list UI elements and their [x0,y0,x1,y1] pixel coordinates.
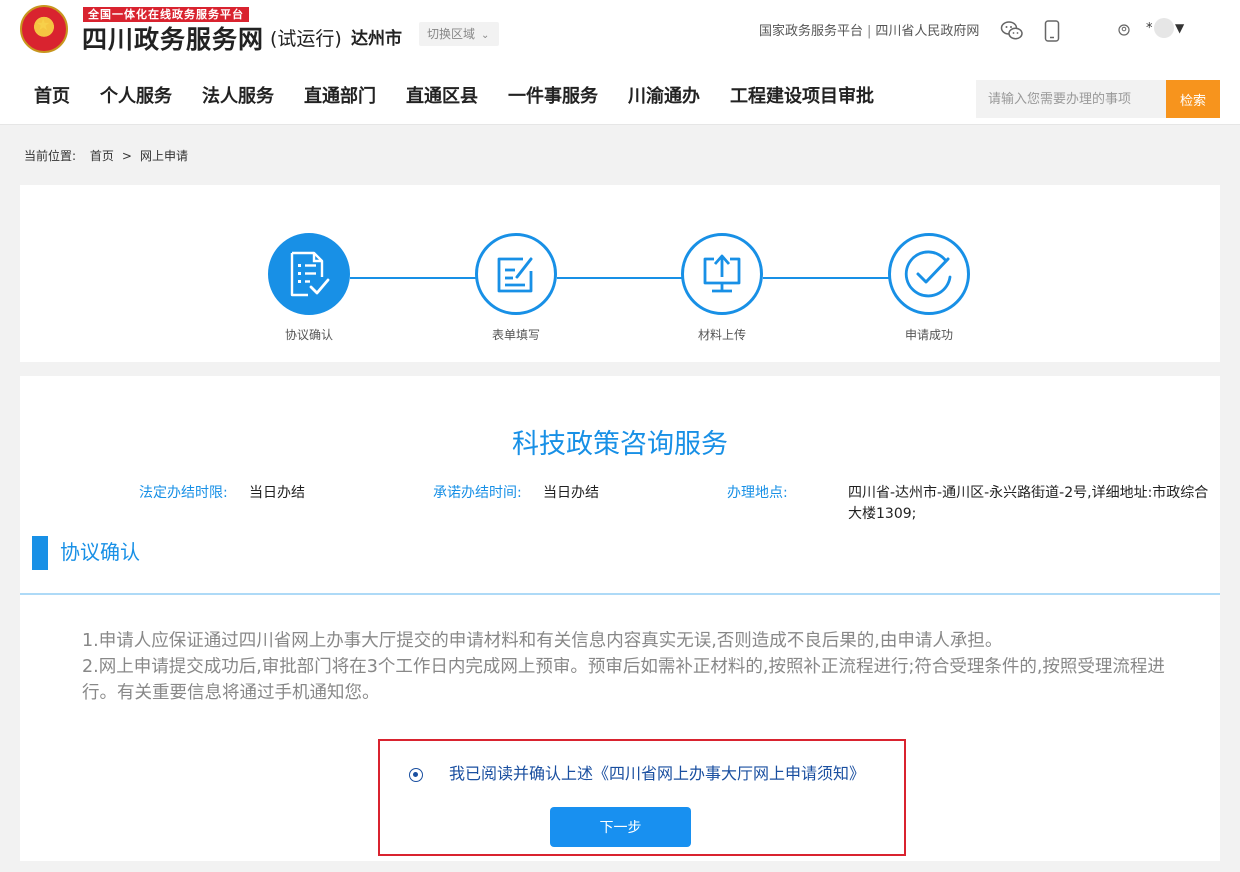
nav-item-legal-person-service[interactable]: 法人服务 [202,84,274,110]
wechat-icon[interactable] [1000,20,1024,42]
step-form-fill [475,233,557,315]
step-label-apply-success: 申请成功 [904,328,953,342]
step-apply-success [888,233,970,315]
section-title: 协议确认 [60,540,140,564]
step-progress: 协议确认 表单填写 材料上传 申请成功 [20,185,1220,362]
chevron-down-icon: ⌄ [481,30,490,41]
step-label-material-upload: 材料上传 [697,328,746,342]
service-title: 科技政策咨询服务 [512,429,728,460]
legal-time-label: 法定办结时限: [139,485,228,501]
user-icon[interactable] [1118,24,1130,36]
term-item-1: 1.申请人应保证通过四川省网上办事大厅提交的申请材料和有关信息内容真实无误,否则… [82,631,1003,651]
user-menu-caret-icon[interactable]: ▼ [1175,19,1184,37]
next-step-button[interactable]: 下一步 [550,807,691,847]
trial-label: (试运行) [270,28,342,50]
confirm-area: 我已阅读并确认上述《四川省网上办事大厅网上申请须知》 下一步 [378,739,906,856]
section-marker [32,536,48,570]
step-connector [350,277,476,279]
main-nav: 首页 个人服务 法人服务 直通部门 直通区县 一件事服务 川渝通办 工程建设项目… [34,84,904,110]
nav-item-chuanyu-service[interactable]: 川渝通办 [628,84,700,110]
breadcrumb-current: 网上申请 [139,149,188,163]
sichuan-government-link[interactable]: 四川省人民政府网 [875,24,979,39]
nav-item-departments[interactable]: 直通部门 [304,84,376,110]
national-platform-link[interactable]: 国家政务服务平台 [759,24,863,39]
nav-item-home[interactable]: 首页 [34,84,70,110]
nav-item-construction-approval[interactable]: 工程建设项目审批 [730,84,874,110]
breadcrumb-label: 当前位置: [24,149,77,163]
national-emblem-icon[interactable]: ★ [20,5,68,53]
avatar[interactable] [1154,18,1174,38]
promise-time-label: 承诺办结时间: [433,485,522,501]
agreement-terms: 1.申请人应保证通过四川省网上办事大厅提交的申请材料和有关信息内容真实无误,否则… [82,628,1197,706]
confirm-text[interactable]: 我已阅读并确认上述《四川省网上办事大厅网上申请须知》 [449,762,865,786]
document-check-icon [290,251,330,297]
search-button[interactable]: 检索 [1166,80,1220,118]
location-label: 办理地点: [727,485,788,501]
breadcrumb-separator: > [121,149,132,163]
step-label-agreement: 协议确认 [284,328,333,342]
top-links: 国家政务服务平台 | 四川省人民政府网 [759,22,979,42]
step-agreement [268,233,350,315]
location-value: 四川省-达州市-通川区-永兴路街道-2号,详细地址:市政综合大楼1309; [848,485,1209,522]
switch-region-button[interactable]: 切换区域 ⌄ [419,22,499,46]
breadcrumb-home[interactable]: 首页 [90,149,114,163]
site-header: ★ 全国一体化在线政务服务平台 四川政务服务网 (试运行) 达州市 切换区域 ⌄ … [0,0,1240,125]
nav-item-personal-service[interactable]: 个人服务 [100,84,172,110]
nav-item-districts[interactable]: 直通区县 [406,84,478,110]
success-check-icon [904,250,952,298]
top-links-separator: | [867,24,872,39]
nav-item-one-thing-service[interactable]: 一件事服务 [508,84,598,110]
step-connector [763,277,890,279]
application-panel: 科技政策咨询服务 法定办结时限: 当日办结 承诺办结时间: 当日办结 办理地点:… [20,376,1220,861]
confirm-radio[interactable] [409,768,423,782]
breadcrumb: 当前位置: 首页 > 网上申请 [24,147,188,165]
search-input[interactable] [976,80,1166,118]
step-label-form-fill: 表单填写 [491,328,540,342]
step-connector [557,277,683,279]
legal-time-value: 当日办结 [249,485,305,501]
current-city: 达州市 [351,29,402,49]
switch-region-label: 切换区域 [427,27,476,41]
site-name[interactable]: 四川政务服务网 [82,24,264,56]
platform-tag: 全国一体化在线政务服务平台 [83,7,249,22]
mobile-icon[interactable] [1044,20,1060,42]
form-edit-icon [497,257,533,293]
promise-time-value: 当日办结 [543,485,599,501]
user-name[interactable]: * [1146,19,1153,39]
upload-monitor-icon [703,254,741,293]
step-material-upload [681,233,763,315]
term-item-2: 2.网上申请提交成功后,审批部门将在3个工作日内完成网上预审。预审后如需补正材料… [82,657,1165,703]
section-divider [20,593,1220,595]
